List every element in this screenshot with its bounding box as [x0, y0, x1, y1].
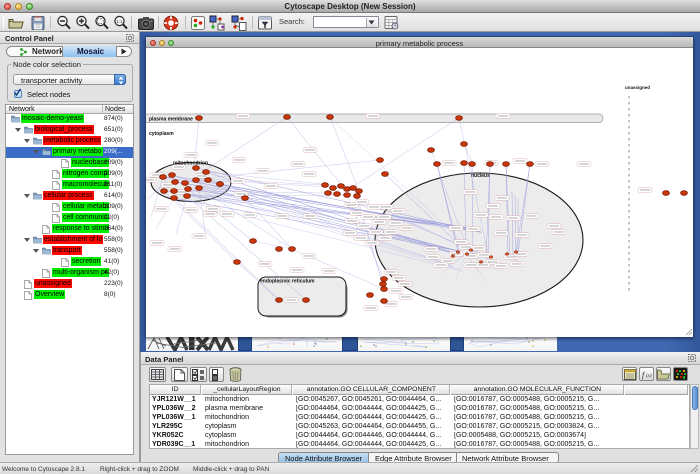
svg-text:nucleus: nucleus [471, 173, 490, 179]
svg-text:1:1: 1:1 [116, 19, 123, 24]
svg-text:unassigned: unassigned [625, 85, 650, 90]
svg-text:(x): (x) [646, 374, 652, 379]
svg-text:cytoplasm: cytoplasm [149, 131, 174, 137]
svg-text:plasma membrane: plasma membrane [149, 117, 193, 123]
